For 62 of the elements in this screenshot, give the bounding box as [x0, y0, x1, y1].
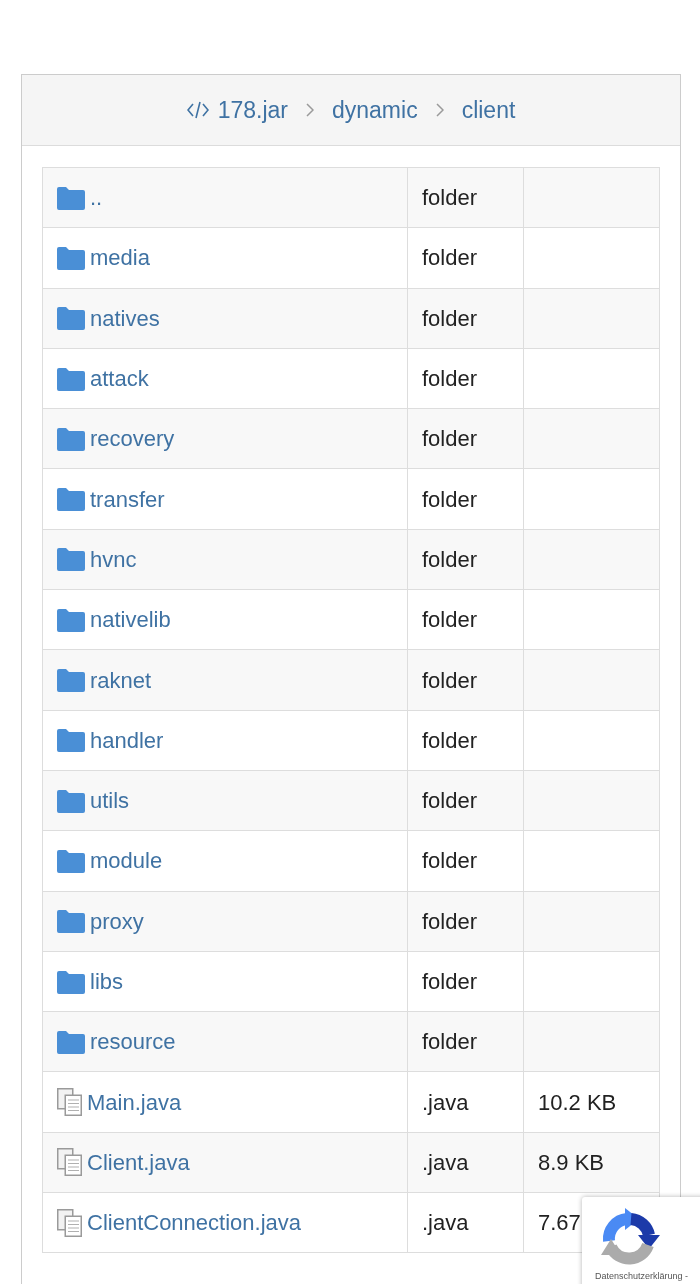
folder-icon	[57, 426, 85, 451]
folder-icon	[57, 245, 85, 270]
type-cell: folder	[407, 408, 524, 469]
breadcrumb-link[interactable]: dynamic	[332, 92, 418, 128]
type-cell: folder	[407, 167, 524, 228]
folder-link[interactable]: resource	[90, 1025, 176, 1059]
type-cell: .java	[407, 1071, 524, 1133]
type-cell: folder	[407, 227, 524, 289]
folder-link[interactable]: nativelib	[90, 603, 171, 637]
folder-link[interactable]: handler	[90, 723, 164, 757]
type-cell: folder	[407, 951, 524, 1012]
file-link[interactable]: Main.java	[87, 1085, 182, 1119]
size-cell: 8.9 KB	[523, 1132, 660, 1193]
type-cell: folder	[407, 710, 524, 771]
folder-icon	[57, 668, 85, 692]
documents-icon	[57, 1148, 82, 1177]
type-cell: folder	[407, 649, 524, 711]
code-icon	[186, 101, 209, 119]
folder-icon	[57, 909, 85, 934]
folder-icon	[57, 185, 85, 210]
folder-link[interactable]: attack	[90, 362, 149, 396]
folder-icon	[57, 487, 85, 512]
type-cell: folder	[407, 830, 524, 892]
folder-icon	[57, 1029, 85, 1054]
type-cell: .java	[407, 1132, 524, 1193]
folder-link[interactable]: media	[90, 241, 150, 275]
documents-icon	[57, 1208, 82, 1237]
documents-icon	[57, 1088, 82, 1117]
folder-icon	[57, 728, 85, 753]
folder-icon	[57, 607, 85, 632]
chevron-right-icon	[435, 103, 444, 117]
type-cell: folder	[407, 529, 524, 590]
folder-icon	[57, 848, 85, 873]
type-cell: folder	[407, 469, 524, 530]
folder-icon	[57, 969, 85, 994]
breadcrumb-link[interactable]: 178.jar	[217, 92, 288, 128]
type-cell: folder	[407, 891, 524, 952]
folder-link[interactable]: recovery	[90, 422, 175, 456]
file-link[interactable]: Client.java	[87, 1145, 190, 1179]
folder-link[interactable]: natives	[90, 301, 160, 335]
folder-link[interactable]: proxy	[90, 904, 144, 938]
folder-icon	[57, 547, 85, 572]
folder-link[interactable]: ..	[90, 181, 103, 215]
folder-link[interactable]: utils	[90, 784, 130, 818]
folder-link[interactable]: raknet	[90, 663, 152, 697]
breadcrumb-link[interactable]: client	[461, 92, 516, 128]
folder-link[interactable]: hvnc	[90, 542, 137, 576]
type-cell: folder	[407, 1011, 524, 1072]
folder-icon	[57, 788, 85, 813]
chevron-right-icon	[306, 103, 314, 117]
type-cell: folder	[407, 348, 524, 409]
folder-link[interactable]: transfer	[90, 482, 165, 516]
type-cell: folder	[407, 589, 524, 650]
type-cell: folder	[407, 288, 524, 349]
size-cell: 10.2 KB	[523, 1071, 660, 1133]
privacy-link[interactable]: Datenschutzerklärung -	[595, 1272, 689, 1281]
folder-link[interactable]: module	[90, 844, 163, 878]
folder-link[interactable]: libs	[90, 965, 123, 998]
type-cell: folder	[407, 770, 524, 831]
type-cell: .java	[407, 1192, 524, 1253]
folder-icon	[57, 366, 85, 391]
folder-icon	[57, 306, 85, 331]
